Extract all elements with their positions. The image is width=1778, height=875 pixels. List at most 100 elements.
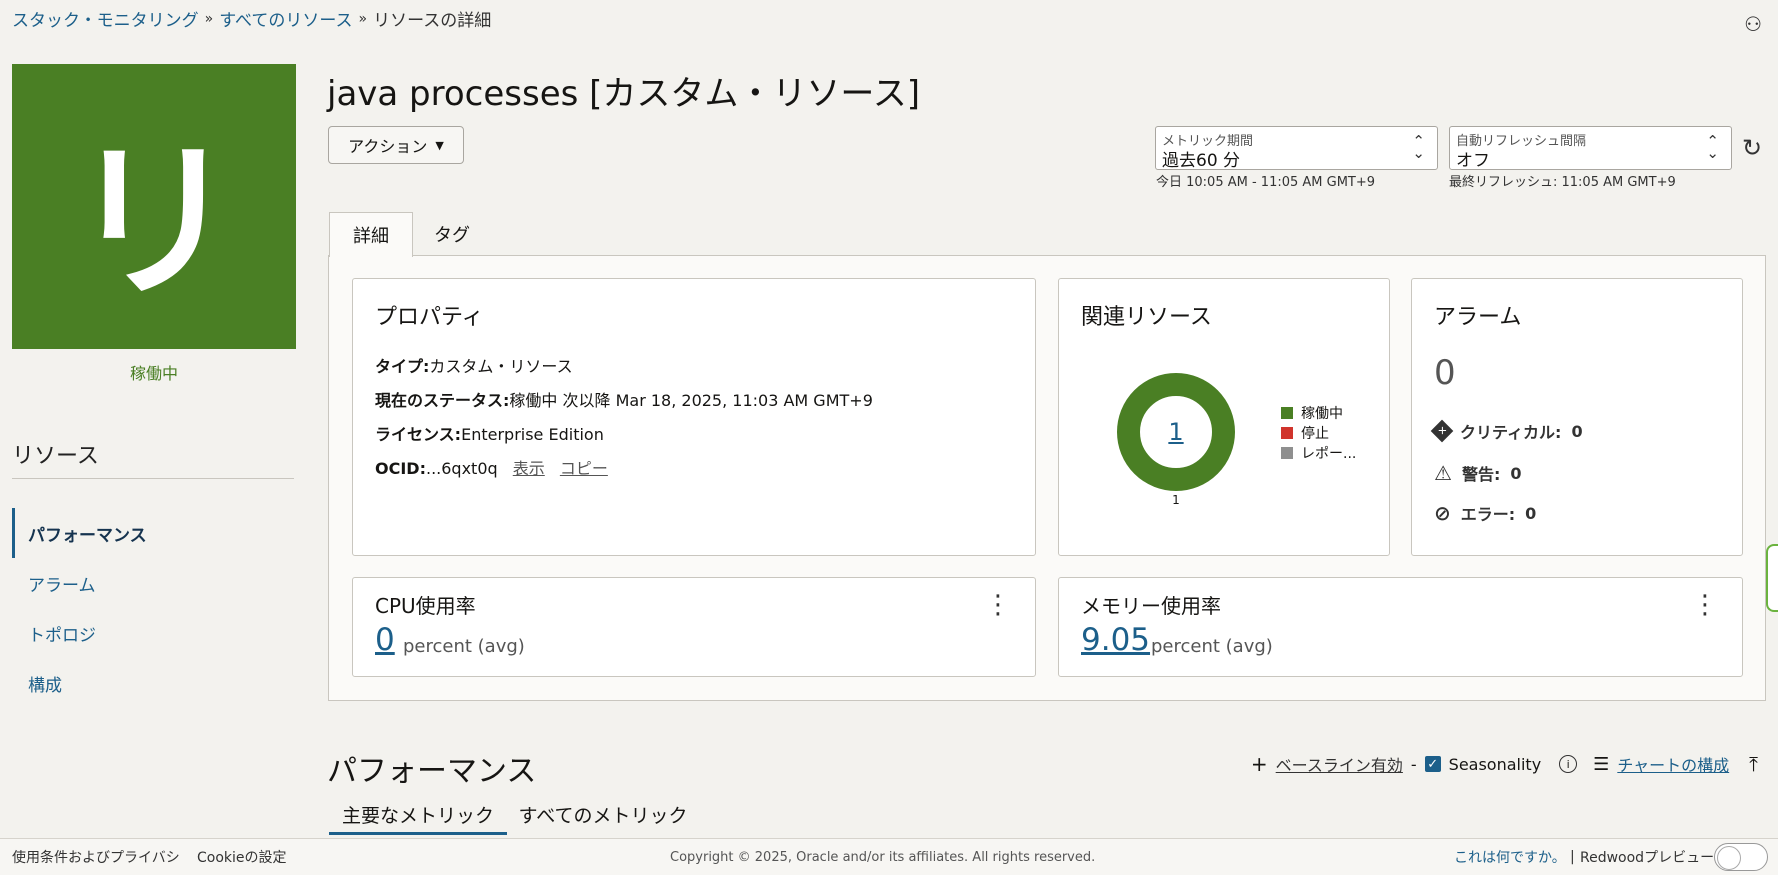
chart-settings-icon[interactable]: ☰: [1593, 754, 1609, 775]
select-arrows-icon: ⌃ ⌄: [1412, 132, 1425, 162]
memory-usage-title: メモリー使用率: [1081, 594, 1221, 618]
error-icon: ⊘: [1434, 501, 1451, 525]
sidebar-item-topology[interactable]: トポロジ: [12, 608, 294, 658]
legend-item-reporting: レポー...: [1281, 443, 1356, 463]
footer-divider: |: [1570, 849, 1575, 865]
baseline-link[interactable]: ベースライン有効: [1276, 752, 1403, 776]
copyright-text: Copyright © 2025, Oracle and/or its affi…: [670, 849, 1096, 865]
memory-usage-card: メモリー使用率 ⋮ 9.05 percent (avg): [1058, 577, 1743, 677]
property-license: ライセンス:Enterprise Edition: [375, 421, 604, 445]
plus-icon[interactable]: +: [1251, 752, 1268, 776]
more-options-icon[interactable]: ⋮: [985, 592, 1011, 618]
error-count: 0: [1525, 503, 1537, 523]
donut-bottom-label: 1: [1172, 493, 1180, 507]
donut-center-value[interactable]: 1: [1168, 418, 1183, 446]
critical-count: 0: [1571, 421, 1583, 441]
redwood-preview-label: Redwoodプレビュー: [1580, 850, 1715, 866]
legend-swatch: [1281, 447, 1293, 459]
warning-count: 0: [1510, 463, 1522, 483]
cpu-usage-card: CPU使用率 ⋮ 0 percent (avg): [352, 577, 1036, 677]
breadcrumb-stack-monitoring[interactable]: スタック・モニタリング: [12, 6, 199, 31]
properties-card: プロパティ タイプ:カスタム・リソース 現在のステータス:稼働中 次以降 Mar…: [352, 278, 1036, 556]
sidebar-nav: パフォーマンス アラーム トポロジ 構成: [12, 508, 294, 708]
metric-period-value: 過去60 分: [1162, 151, 1241, 171]
auto-refresh-select[interactable]: 自動リフレッシュ間隔 オフ ⌃ ⌄: [1449, 126, 1732, 171]
breadcrumb-all-resources[interactable]: すべてのリソース: [219, 6, 352, 31]
side-panel-handle[interactable]: [1766, 544, 1778, 612]
ocid-show-link[interactable]: 表示: [513, 459, 545, 478]
legend-swatch: [1281, 427, 1293, 439]
cpu-usage-value[interactable]: 0: [375, 622, 395, 658]
legend-label: 停止: [1301, 426, 1329, 442]
metric-period-select[interactable]: メトリック期間 過去60 分 ⌃ ⌄: [1155, 126, 1438, 171]
sidebar-item-performance[interactable]: パフォーマンス: [12, 508, 294, 558]
tab-details[interactable]: 詳細: [329, 212, 413, 257]
terms-link[interactable]: 使用条件およびプライバシ: [12, 847, 180, 867]
resource-avatar: リ: [12, 64, 296, 349]
caret-down-icon: ▼: [435, 138, 444, 152]
scroll-top-icon[interactable]: ⤒: [1749, 752, 1758, 776]
accessibility-icon[interactable]: ⚇: [1744, 12, 1762, 36]
actions-button[interactable]: アクション ▼: [328, 126, 464, 164]
auto-refresh-value: オフ: [1456, 151, 1490, 171]
refresh-icon[interactable]: ↻: [1742, 134, 1762, 162]
status-value: 稼働中 次以降 Mar 18, 2025, 11:03 AM GMT+9: [509, 391, 873, 410]
alarms-card: アラーム 0 ✕ クリティカル: 0 ⚠ 警告: 0 ⊘ エラー: 0: [1411, 278, 1743, 556]
info-icon[interactable]: i: [1559, 755, 1578, 773]
footer: 使用条件およびプライバシ Cookieの設定 Copyright © 2025,…: [0, 838, 1778, 875]
select-arrows-icon: ⌃ ⌄: [1706, 132, 1719, 162]
warning-label: 警告:: [1461, 465, 1501, 484]
cpu-usage-unit: percent (avg): [403, 636, 525, 657]
breadcrumb: スタック・モニタリング » すべてのリソース » リソースの詳細: [12, 6, 491, 32]
divider: [12, 478, 294, 479]
critical-label: クリティカル:: [1460, 423, 1562, 442]
seasonality-checkbox[interactable]: ✓: [1424, 756, 1441, 772]
cpu-usage-title: CPU使用率: [375, 594, 476, 618]
breadcrumb-separator: »: [204, 10, 214, 27]
cookie-settings-link[interactable]: Cookieの設定: [197, 847, 287, 867]
legend-label: レポー...: [1301, 446, 1357, 462]
memory-usage-value[interactable]: 9.05: [1081, 622, 1150, 658]
sidebar-title: リソース: [12, 444, 99, 469]
ocid-value: ...6qxt0q: [425, 459, 498, 478]
sidebar-item-configuration[interactable]: 構成: [12, 658, 294, 708]
license-value: Enterprise Edition: [461, 425, 604, 444]
type-value: カスタム・リソース: [429, 357, 573, 376]
sidebar-item-alarms[interactable]: アラーム: [12, 558, 294, 608]
properties-title: プロパティ: [375, 305, 484, 330]
alarm-error: ⊘ エラー: 0: [1434, 501, 1536, 525]
alarms-total: 0: [1434, 353, 1456, 393]
status-label: 現在のステータス:: [375, 391, 510, 410]
ocid-copy-link[interactable]: コピー: [560, 459, 608, 478]
configure-chart-link[interactable]: チャートの構成: [1617, 752, 1729, 776]
resource-status: 稼働中: [129, 364, 178, 383]
alarm-critical: ✕ クリティカル: 0: [1430, 419, 1583, 443]
metric-period-note: 今日 10:05 AM - 11:05 AM GMT+9: [1156, 175, 1376, 190]
tab-tags[interactable]: タグ: [414, 212, 490, 256]
page-title: java processes [カスタム・リソース]: [327, 74, 920, 114]
alarms-title: アラーム: [1434, 305, 1522, 330]
more-options-icon[interactable]: ⋮: [1692, 592, 1718, 618]
related-resources-card: 関連リソース 1 1 稼働中 停止 レポー...: [1058, 278, 1390, 556]
seasonality-label: Seasonality: [1448, 754, 1542, 774]
related-donut-chart: 1: [1117, 373, 1235, 491]
tab-key-metrics[interactable]: 主要なメトリック: [329, 796, 507, 835]
related-resources-title: 関連リソース: [1081, 305, 1212, 330]
donut-legend: 稼働中 停止 レポー...: [1281, 403, 1356, 463]
error-label: エラー:: [1460, 505, 1516, 524]
legend-swatch: [1281, 407, 1293, 419]
critical-icon: ✕: [1430, 419, 1454, 443]
property-type: タイプ:カスタム・リソース: [375, 353, 573, 377]
last-refresh-note: 最終リフレッシュ: 11:05 AM GMT+9: [1449, 175, 1676, 190]
performance-toolbar: + ベースライン有効 - ✓ Seasonality i ☰ チャートの構成 ⤒: [1251, 752, 1758, 776]
legend-label: 稼働中: [1301, 406, 1343, 422]
whats-this-link[interactable]: これは何ですか。: [1454, 847, 1566, 867]
legend-item-stopped: 停止: [1281, 423, 1356, 443]
tab-all-metrics[interactable]: すべてのメトリック: [515, 796, 691, 832]
actions-button-label: アクション: [348, 137, 428, 156]
breadcrumb-separator: »: [358, 10, 368, 27]
performance-title: パフォーマンス: [327, 754, 537, 789]
redwood-preview-toggle[interactable]: [1714, 843, 1768, 871]
ocid-label: OCID:: [375, 459, 426, 478]
property-status: 現在のステータス:稼働中 次以降 Mar 18, 2025, 11:03 AM …: [375, 387, 873, 411]
